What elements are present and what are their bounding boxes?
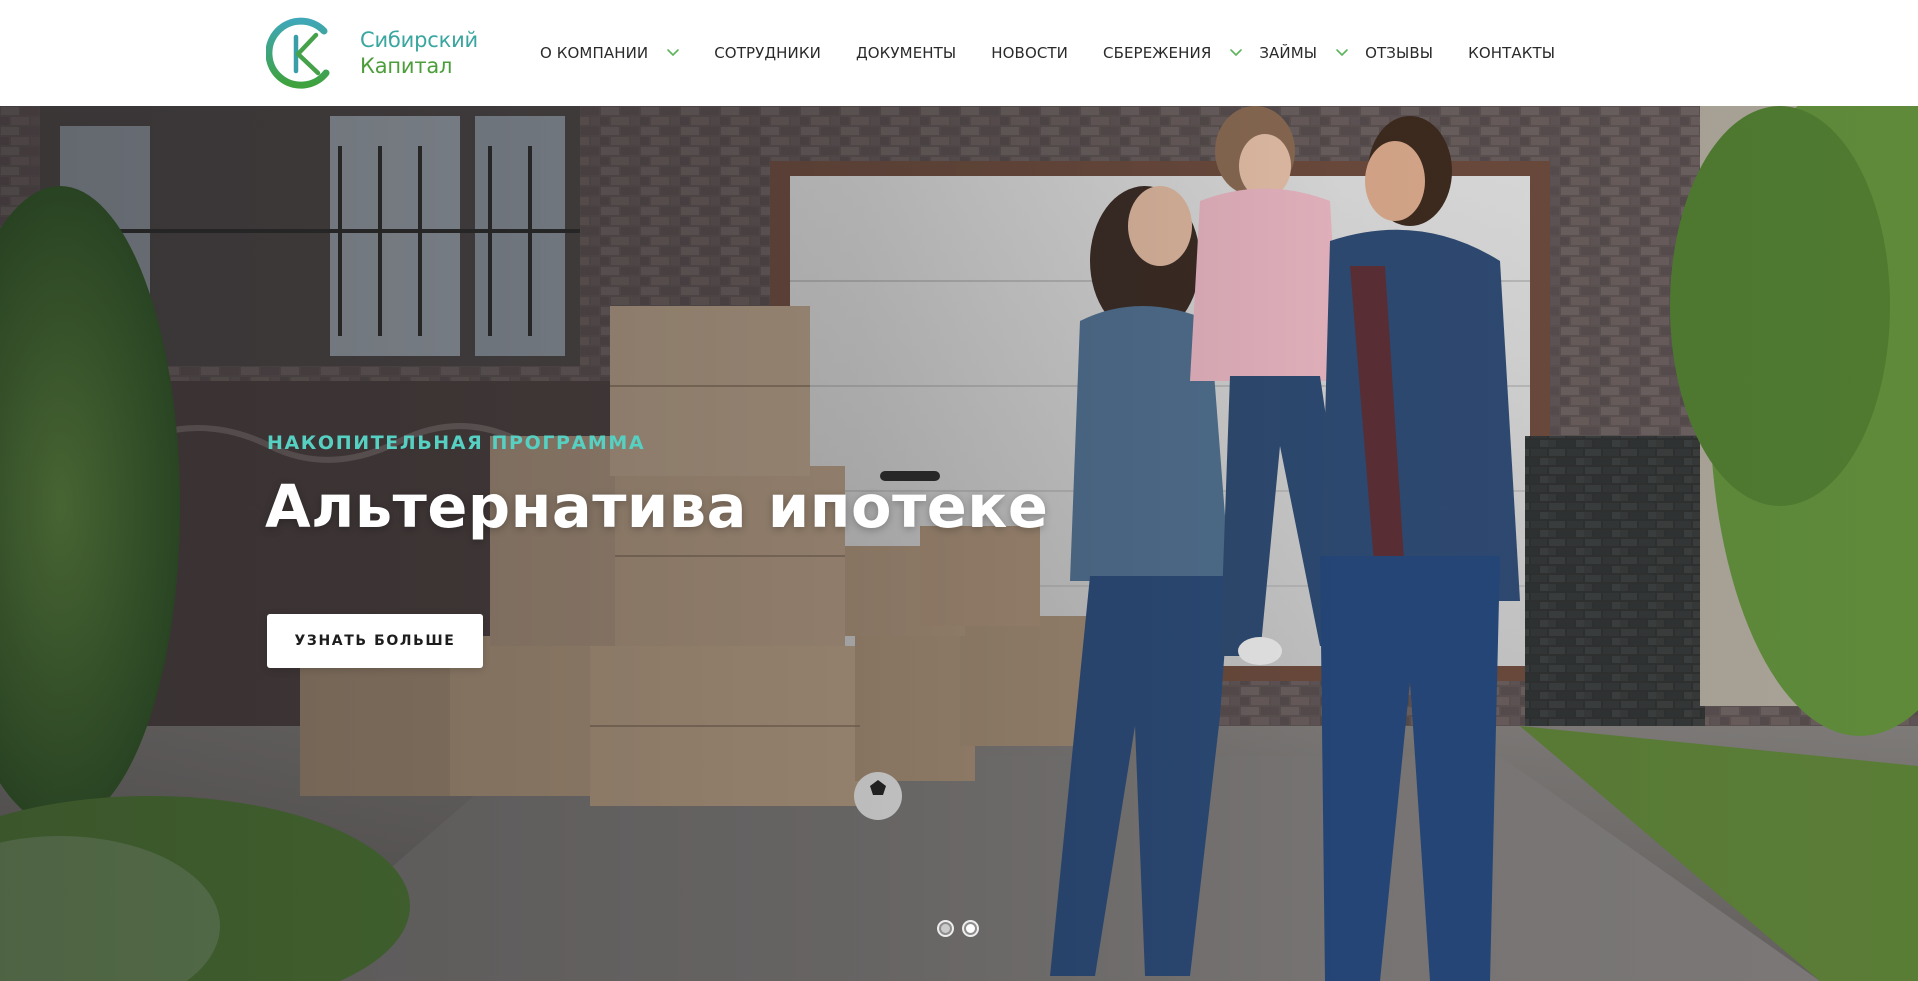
chevron-down-icon[interactable]: [1335, 48, 1349, 58]
logo-name-line2: Капитал: [360, 54, 453, 78]
hero-title: Альтернатива ипотеке: [265, 472, 1049, 541]
nav-item-reviews[interactable]: ОТЗЫВЫ: [1365, 0, 1433, 106]
chevron-down-icon[interactable]: [1229, 48, 1243, 58]
learn-more-button[interactable]: УЗНАТЬ БОЛЬШЕ: [267, 614, 483, 668]
nav-item-label: НОВОСТИ: [991, 44, 1069, 62]
nav-item-label: О КОМПАНИИ: [540, 44, 649, 62]
nav-item-label: СБЕРЕЖЕНИЯ: [1103, 44, 1212, 62]
site-header: Сибирский Капитал О КОМПАНИИ СОТРУДНИКИ …: [0, 0, 1918, 106]
nav-item-label: ДОКУМЕНТЫ: [855, 44, 957, 62]
nav-item-savings[interactable]: СБЕРЕЖЕНИЯ: [1103, 0, 1243, 106]
nav-item-news[interactable]: НОВОСТИ: [991, 0, 1068, 106]
logo-text: Сибирский Капитал: [360, 27, 478, 79]
nav-item-about[interactable]: О КОМПАНИИ: [540, 0, 680, 106]
nav-item-contacts[interactable]: КОНТАКТЫ: [1468, 0, 1555, 106]
nav-item-loans[interactable]: ЗАЙМЫ: [1259, 0, 1349, 106]
slider-dot-1[interactable]: [937, 920, 954, 937]
nav-item-label: ОТЗЫВЫ: [1365, 44, 1434, 62]
logo-name-line1: Сибирский: [360, 28, 478, 52]
slider-dot-2[interactable]: [962, 920, 979, 937]
nav-item-label: ЗАЙМЫ: [1259, 44, 1318, 62]
hero-overlay: [0, 106, 1918, 981]
nav-item-label: СОТРУДНИКИ: [714, 44, 821, 62]
hero-kicker: НАКОПИТЕЛЬНАЯ ПРОГРАММА: [267, 432, 646, 454]
slider-pagination: [937, 920, 979, 937]
logo-link[interactable]: Сибирский Капитал: [266, 16, 478, 90]
nav-item-staff[interactable]: СОТРУДНИКИ: [714, 0, 821, 106]
chevron-down-icon[interactable]: [666, 48, 680, 58]
hero-slider: НАКОПИТЕЛЬНАЯ ПРОГРАММА Альтернатива ипо…: [0, 106, 1918, 981]
nav-item-documents[interactable]: ДОКУМЕНТЫ: [856, 0, 956, 106]
main-nav: О КОМПАНИИ СОТРУДНИКИ ДОКУМЕНТЫ НОВОСТИ …: [540, 0, 1555, 106]
logo-icon: [266, 17, 330, 89]
nav-item-label: КОНТАКТЫ: [1468, 44, 1556, 62]
